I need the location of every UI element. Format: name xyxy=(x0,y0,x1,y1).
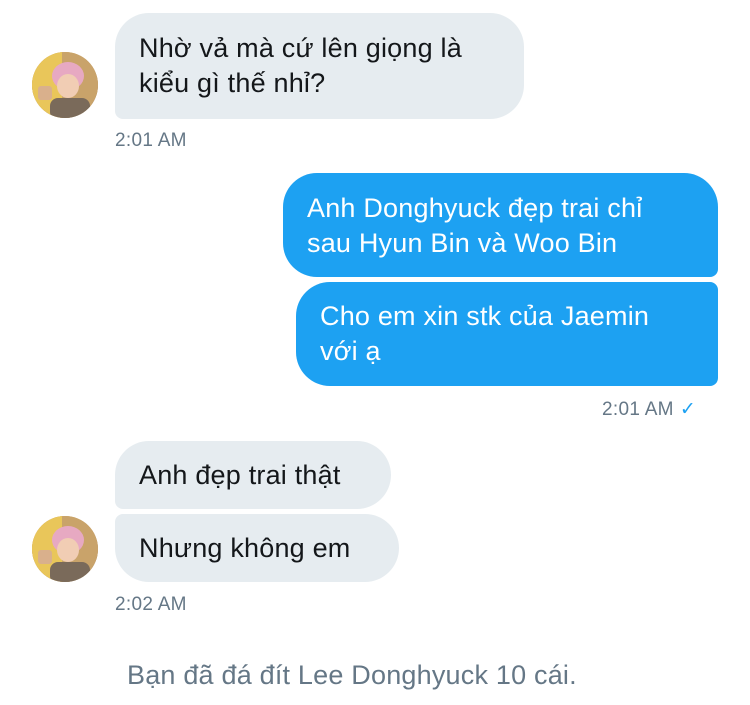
contact-avatar[interactable] xyxy=(32,516,98,582)
message-timestamp: 2:01 AM xyxy=(115,130,187,151)
message-timestamp: 2:02 AM xyxy=(115,594,187,615)
message-text: Nhờ vả mà cứ lên giọng là kiểu gì thế nh… xyxy=(139,33,462,98)
incoming-message[interactable]: Nhờ vả mà cứ lên giọng là kiểu gì thế nh… xyxy=(115,13,524,119)
incoming-message[interactable]: Nhưng không em xyxy=(115,514,399,582)
system-message: Bạn đã đá đít Lee Donghyuck 10 cái. xyxy=(127,660,577,690)
checkmark-icon: ✓ xyxy=(679,399,697,420)
outgoing-message[interactable]: Anh Donghyuck đẹp trai chỉ sau Hyun Bin … xyxy=(283,173,718,277)
message-text: Anh đẹp trai thật xyxy=(139,460,341,490)
message-text: Anh Donghyuck đẹp trai chỉ sau Hyun Bin … xyxy=(307,193,643,258)
avatar-image xyxy=(32,516,98,582)
contact-avatar[interactable] xyxy=(32,52,98,118)
message-timestamp: 2:01 AM xyxy=(602,399,674,420)
avatar-image xyxy=(32,52,98,118)
message-text: Nhưng không em xyxy=(139,533,351,563)
incoming-message[interactable]: Anh đẹp trai thật xyxy=(115,441,391,509)
outgoing-message[interactable]: Cho em xin stk của Jaemin với ạ xyxy=(296,282,718,386)
dm-conversation: Nhờ vả mà cứ lên giọng là kiểu gì thế nh… xyxy=(0,0,750,705)
message-text: Cho em xin stk của Jaemin với ạ xyxy=(320,301,650,366)
message-timestamp-row: 2:01 AM ✓ xyxy=(602,398,696,421)
